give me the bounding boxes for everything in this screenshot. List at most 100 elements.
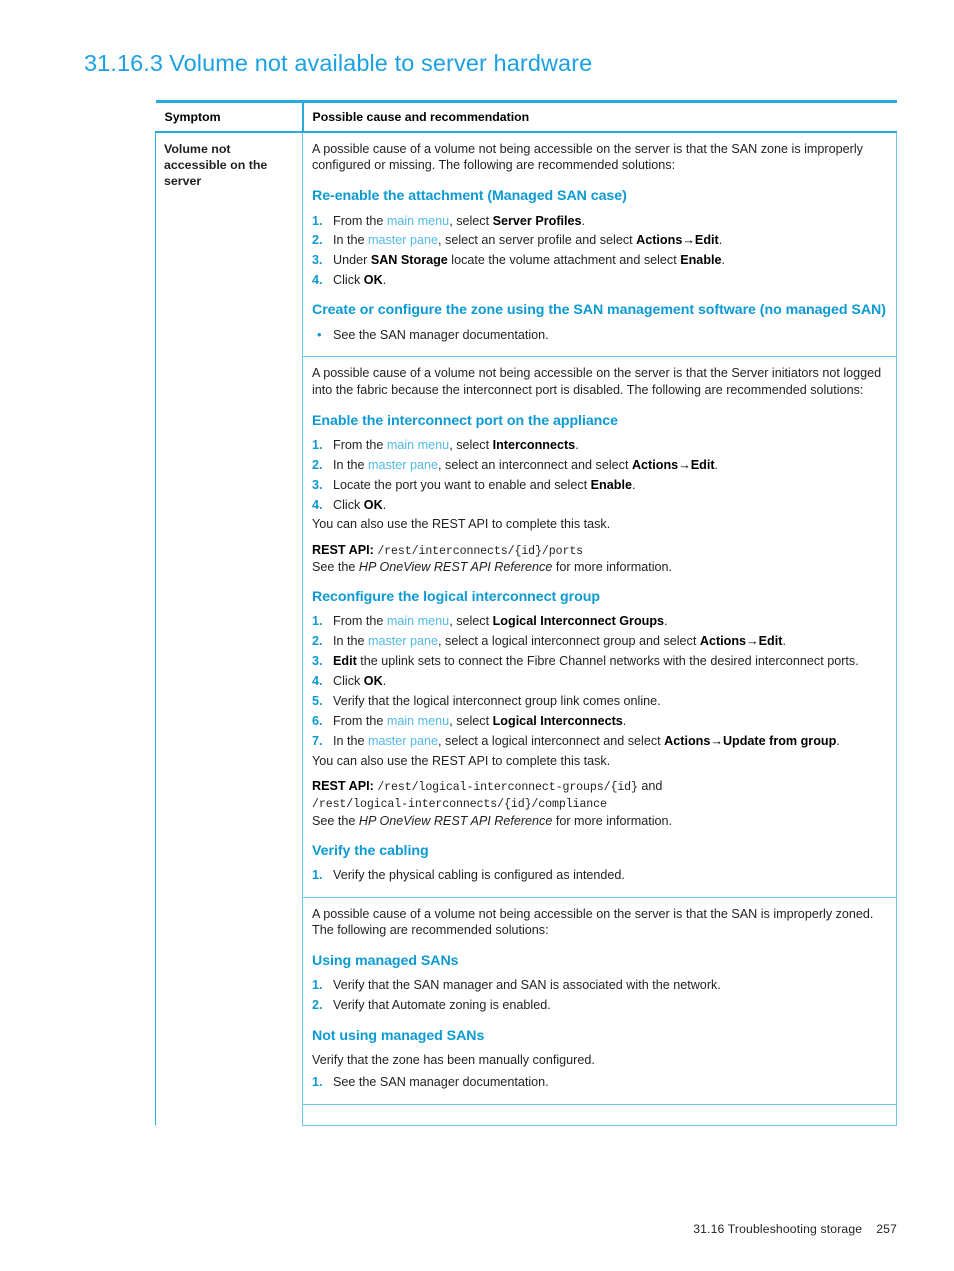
instruction-list: 1. From the main menu, select Logical Int…: [312, 613, 887, 749]
arrow-icon: →: [710, 733, 723, 748]
subsection-heading: Using managed SANs: [312, 953, 459, 970]
subsection-heading: Re-enable the attachment (Managed SAN ca…: [312, 188, 627, 205]
reference-note: See the HP OneView REST API Reference fo…: [312, 813, 887, 829]
block-intro-text: Verify that the zone has been manually c…: [312, 1052, 595, 1067]
ui-term: Actions: [636, 233, 683, 248]
list-marker: 5.: [312, 693, 323, 708]
list-marker: 4.: [312, 273, 323, 288]
ui-term: Logical Interconnect Groups: [492, 614, 665, 629]
list-item: 4. Click OK.: [312, 272, 887, 288]
list-item: 1. From the main menu, select Interconnec…: [312, 437, 887, 453]
instruction-list: 1. Verify that the SAN manager and SAN is…: [312, 977, 887, 1013]
ui-link[interactable]: master pane: [368, 458, 438, 472]
document-page: 31.16.3 Volume not available to server ha…: [0, 0, 954, 1271]
ui-link[interactable]: main menu: [387, 438, 449, 452]
cause-intro: A possible cause of a volume not being a…: [312, 142, 863, 173]
list-marker: 3.: [312, 654, 323, 669]
list-item-text: Click OK.: [333, 497, 387, 512]
ui-link[interactable]: main menu: [387, 614, 449, 628]
continuation-cell: [302, 1104, 897, 1126]
rest-api-block: REST API: /rest/logical-interconnect-gro…: [312, 778, 887, 813]
ui-term: Logical Interconnects: [492, 713, 623, 728]
cause-intro: A possible cause of a volume not being a…: [312, 906, 874, 938]
arrow-icon: →: [682, 233, 695, 248]
list-item: 4. Click OK.: [312, 673, 887, 689]
list-marker: 2.: [312, 634, 323, 649]
rest-api-label: REST API:: [312, 778, 374, 793]
list-marker: 2.: [312, 233, 323, 248]
troubleshooting-table-wrapper: Symptom Possible cause and recommendatio…: [155, 100, 897, 1126]
subsection-heading: Enable the interconnect port on the appl…: [312, 412, 618, 429]
subsection-heading: Reconfigure the logical interconnect gro…: [312, 589, 600, 606]
list-item: 3. Locate the port you want to enable and…: [312, 477, 887, 493]
list-item: 3. Edit the uplink sets to connect the Fi…: [312, 653, 887, 669]
list-item: 5. Verify that the logical interconnect g…: [312, 693, 887, 709]
recommendation-cell: A possible cause of a volume not being a…: [302, 132, 897, 358]
column-header-cause: Possible cause and recommendation: [302, 100, 897, 133]
list-marker: 1.: [312, 1075, 323, 1090]
list-item: 2. In the master pane, select an server p…: [312, 232, 887, 248]
list-item-text: From the main menu, select Server Profil…: [333, 213, 586, 228]
table-header-row: Symptom Possible cause and recommendatio…: [155, 100, 897, 133]
page-number: 257: [876, 1222, 897, 1236]
rest-api-block: REST API: /rest/interconnects/{id}/ports: [312, 542, 887, 560]
list-item-text: Locate the port you want to enable and s…: [333, 477, 636, 492]
list-item: 4. Click OK.: [312, 497, 887, 513]
ui-link[interactable]: master pane: [368, 233, 438, 247]
list-item: 2. Verify that Automate zoning is enabled…: [312, 997, 887, 1013]
list-item: 6. From the main menu, select Logical Int…: [312, 713, 887, 729]
list-marker: 2.: [312, 457, 323, 472]
ui-term: Actions: [631, 457, 679, 472]
subsection-heading: Create or configure the zone using the S…: [312, 302, 886, 319]
reference-suffix: for more information.: [552, 813, 673, 828]
rest-api-path: /rest/logical-interconnect-groups/{id}: [377, 780, 638, 794]
list-marker: 4.: [312, 674, 323, 689]
list-item-text: From the main menu, select Logical Inter…: [333, 614, 668, 629]
list-item-text: From the main menu, select Logical Inter…: [333, 713, 627, 728]
list-marker: 6.: [312, 713, 323, 728]
list-item: 2. In the master pane, select an intercon…: [312, 457, 887, 473]
list-marker: 7.: [312, 733, 323, 748]
page-title: 31.16.3 Volume not available to server ha…: [84, 50, 592, 77]
ui-link[interactable]: main menu: [387, 714, 449, 728]
troubleshooting-table: Symptom Possible cause and recommendatio…: [155, 100, 897, 1126]
reference-title: HP OneView REST API Reference: [358, 813, 553, 828]
list-item-text: Edit the uplink sets to connect the Fibr…: [333, 654, 859, 669]
reference-title: HP OneView REST API Reference: [358, 560, 553, 575]
list-marker: 1.: [312, 438, 323, 452]
ui-link[interactable]: master pane: [368, 734, 438, 748]
reference-note: See the HP OneView REST API Reference fo…: [312, 559, 887, 575]
instruction-list: • See the SAN manager documentation.: [312, 327, 887, 343]
list-item-text: In the master pane, select an server pro…: [333, 233, 723, 248]
ui-term: Actions: [664, 733, 711, 748]
rest-api-path: /rest/logical-interconnects/{id}/complia…: [312, 798, 607, 812]
subsection-heading: Verify the cabling: [312, 842, 429, 859]
table-row: Volume not accessible on the server A pos…: [155, 132, 897, 1126]
list-item-text: Click OK.: [333, 273, 387, 288]
symptom-cell: Volume not accessible on the server: [155, 132, 303, 1126]
ui-term: SAN Storage: [370, 253, 448, 268]
page-footer: 31.16 Troubleshooting storage 257: [0, 1222, 954, 1236]
list-item-text: From the main menu, select Interconnects…: [333, 438, 579, 452]
list-item-text: Click OK.: [333, 674, 387, 689]
ui-term: Edit: [333, 654, 357, 669]
rest-api-conjunction: and: [641, 778, 663, 793]
ui-term: Actions: [699, 634, 747, 649]
list-item-text: Verify that Automate zoning is enabled.: [333, 998, 551, 1013]
running-header-text: 31.16 Troubleshooting storage: [693, 1222, 863, 1236]
instruction-list: 1. From the main menu, select Interconnec…: [312, 437, 887, 513]
ui-link[interactable]: main menu: [387, 214, 449, 228]
list-item-text: In the master pane, select a logical int…: [333, 634, 786, 649]
list-marker: 1.: [312, 213, 323, 228]
list-item: 1. See the SAN manager documentation.: [312, 1074, 887, 1090]
list-item-text: See the SAN manager documentation.: [333, 327, 549, 342]
ui-term: Edit: [690, 457, 715, 472]
list-marker: 4.: [312, 497, 323, 512]
ui-link[interactable]: master pane: [368, 634, 438, 648]
recommendation-cell: A possible cause of a volume not being a…: [302, 356, 897, 898]
list-marker: •: [317, 326, 322, 342]
list-item: 1. Verify the physical cabling is configu…: [312, 867, 887, 883]
list-item-text: Verify the physical cabling is configure…: [333, 868, 625, 883]
list-item: 1. From the main menu, select Server Prof…: [312, 213, 887, 229]
instruction-list: 1. From the main menu, select Server Prof…: [312, 213, 887, 289]
